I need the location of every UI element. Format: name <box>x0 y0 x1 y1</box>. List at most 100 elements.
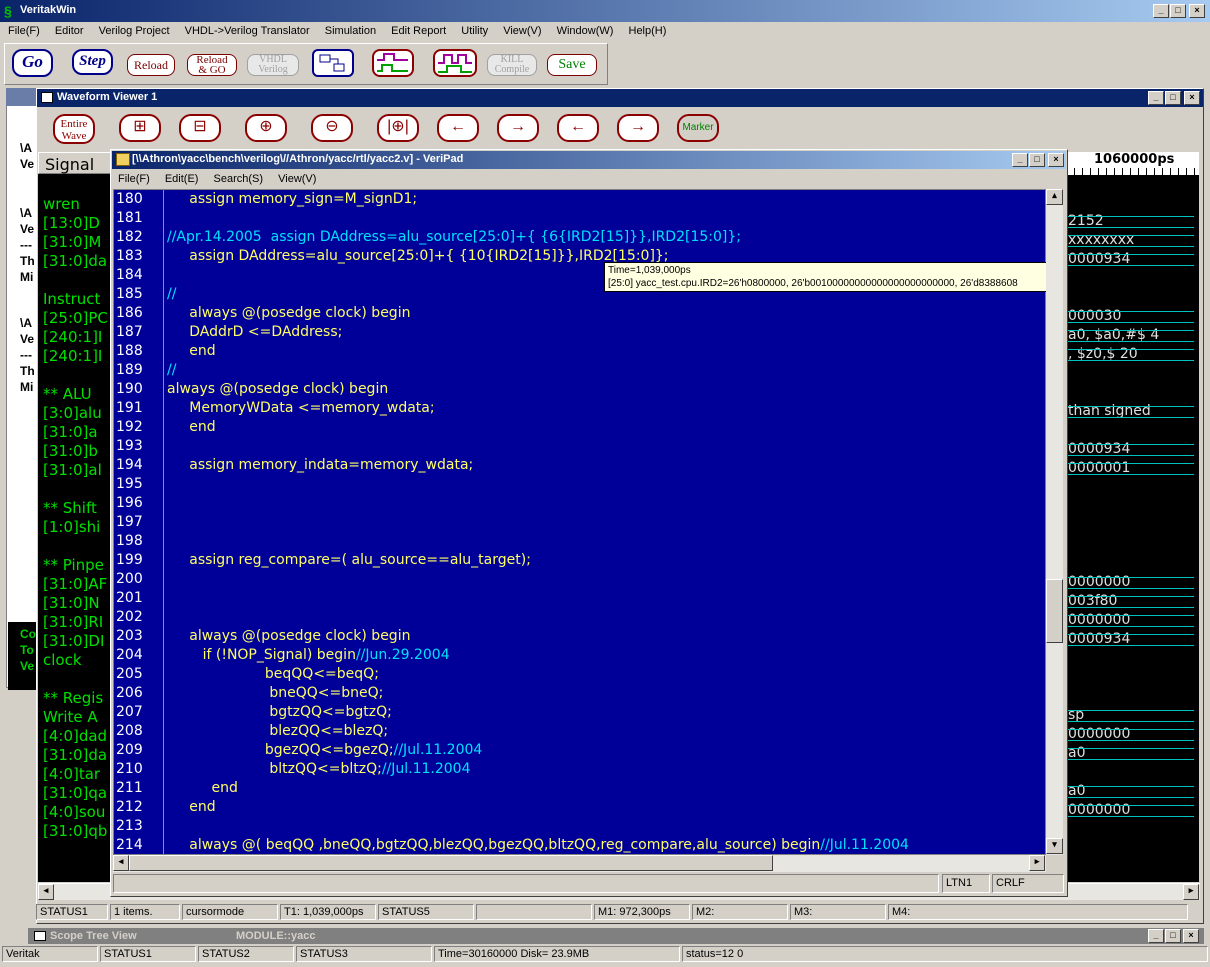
code-scroll-thumb[interactable] <box>1046 579 1063 643</box>
reload-go-button[interactable]: Reload & GO <box>187 54 237 76</box>
next-edge-button[interactable]: → <box>497 114 539 142</box>
veripad-max-button[interactable]: □ <box>1029 153 1045 167</box>
waveform-close-button[interactable]: × <box>1184 91 1200 105</box>
menu-edit-report[interactable]: Edit Report <box>391 25 446 37</box>
wave-magenta-button[interactable] <box>433 49 477 77</box>
code-line[interactable]: MemoryWData <=memory_wdata; <box>167 400 434 416</box>
signal-name[interactable]: [4:0]dad <box>43 727 107 745</box>
scroll-right-button[interactable]: ▸ <box>1183 884 1199 900</box>
code-line[interactable]: if (!NOP_Signal) begin//Jun.29.2004 <box>167 647 450 663</box>
signal-name[interactable]: [31:0]DI <box>43 632 104 650</box>
code-line[interactable]: always @(posedge clock) begin <box>167 381 388 397</box>
code-line[interactable]: end <box>167 780 238 796</box>
code-line[interactable]: // <box>167 286 176 302</box>
code-line[interactable]: end <box>167 799 215 815</box>
signal-name[interactable]: clock <box>43 651 82 669</box>
zoom-fit-button[interactable]: |⊕| <box>377 114 419 142</box>
scope-min-button[interactable]: _ <box>1148 929 1164 943</box>
signal-name[interactable]: [4:0]sou <box>43 803 105 821</box>
waveform-min-button[interactable]: _ <box>1148 91 1164 105</box>
code-line[interactable]: assign reg_compare=( alu_source==alu_tar… <box>167 552 531 568</box>
signal-name[interactable]: [31:0]M <box>43 233 101 251</box>
veripad-menu-edit[interactable]: Edit(E) <box>165 173 199 185</box>
code-h-scrollbar[interactable]: ◂ ▸ <box>113 855 1046 872</box>
signal-name[interactable]: [3:0]alu <box>43 404 102 422</box>
reload-button[interactable]: Reload <box>127 54 175 76</box>
zoom-in-button[interactable]: ⊞ <box>119 114 161 142</box>
code-line[interactable]: end <box>167 419 215 435</box>
signal-name[interactable]: [31:0]da <box>43 252 107 270</box>
code-line[interactable]: bgezQQ<=bgezQ;//Jul.11.2004 <box>167 742 482 758</box>
step-button[interactable]: Step <box>72 49 113 75</box>
signal-name[interactable]: [4:0]tar <box>43 765 100 783</box>
minimize-button[interactable]: _ <box>1153 4 1169 18</box>
scope-close-button[interactable]: × <box>1183 929 1199 943</box>
code-line[interactable]: always @(posedge clock) begin <box>167 628 410 644</box>
code-line[interactable]: assign memory_indata=memory_wdata; <box>167 457 473 473</box>
menu-editor[interactable]: Editor <box>55 25 84 37</box>
signal-name[interactable]: ** ALU <box>43 385 92 403</box>
veripad-menu-view[interactable]: View(V) <box>278 173 316 185</box>
scroll-left-button[interactable]: ◂ <box>38 884 54 900</box>
menu-utility[interactable]: Utility <box>461 25 488 37</box>
signal-name[interactable]: [31:0]N <box>43 594 100 612</box>
zoom-out-button[interactable]: ⊟ <box>179 114 221 142</box>
scope-max-button[interactable]: □ <box>1165 929 1181 943</box>
close-button[interactable]: × <box>1189 4 1205 18</box>
signal-name[interactable]: [240:1]I <box>43 347 102 365</box>
code-line[interactable]: DAddrD <=DAddress; <box>167 324 342 340</box>
wave-v-scrollbar[interactable] <box>1199 152 1203 882</box>
menu-view[interactable]: View(V) <box>503 25 541 37</box>
code-line[interactable]: assign DAddress=alu_source[25:0]+{ {10{I… <box>167 248 668 264</box>
code-scroll-left[interactable]: ◂ <box>113 855 129 871</box>
hierarchy-button[interactable] <box>312 49 354 77</box>
code-line[interactable]: bgtzQQ<=bgtzQ; <box>167 704 391 720</box>
menu-help[interactable]: Help(H) <box>629 25 667 37</box>
signal-name[interactable]: [13:0]D <box>43 214 100 232</box>
save-button[interactable]: Save <box>547 54 597 76</box>
next-marker-button[interactable]: → <box>617 114 659 142</box>
code-v-scrollbar[interactable]: ▴ ▾ <box>1046 189 1063 855</box>
code-line[interactable]: assign memory_sign=M_signD1; <box>167 191 417 207</box>
signal-name[interactable]: [31:0]qb <box>43 822 107 840</box>
code-scroll-up[interactable]: ▴ <box>1046 189 1063 205</box>
signal-name[interactable]: [31:0]qa <box>43 784 107 802</box>
veripad-menu-search[interactable]: Search(S) <box>214 173 264 185</box>
waveform-max-button[interactable]: □ <box>1165 91 1181 105</box>
signal-name[interactable]: [31:0]da <box>43 746 107 764</box>
signal-name[interactable]: Write A <box>43 708 98 726</box>
menu-simulation[interactable]: Simulation <box>325 25 376 37</box>
prev-marker-button[interactable]: ← <box>557 114 599 142</box>
code-line[interactable]: //Apr.14.2005 assign DAddress=alu_source… <box>167 229 741 245</box>
zoom-in-cursor-button[interactable]: ⊕ <box>245 114 287 142</box>
code-line[interactable]: bltzQQ<=bltzQ;//Jul.11.2004 <box>167 761 470 777</box>
maximize-button[interactable]: □ <box>1170 4 1186 18</box>
code-line[interactable]: blezQQ<=blezQ; <box>167 723 388 739</box>
signal-name[interactable]: [31:0]RI <box>43 613 103 631</box>
go-button[interactable]: Go <box>12 49 53 77</box>
code-scroll-right[interactable]: ▸ <box>1029 855 1045 871</box>
marker-button[interactable]: Marker <box>677 114 719 142</box>
zoom-out-cursor-button[interactable]: ⊖ <box>311 114 353 142</box>
entire-wave-button[interactable]: Entire Wave <box>53 114 95 144</box>
signal-name[interactable]: [31:0]AF <box>43 575 107 593</box>
code-line[interactable]: end <box>167 343 215 359</box>
menu-window[interactable]: Window(W) <box>557 25 614 37</box>
menu-file[interactable]: File(F) <box>8 25 40 37</box>
signal-name[interactable]: ** Pinpe <box>43 556 104 574</box>
signal-name[interactable]: [25:0]PC <box>43 309 108 327</box>
menu-verilog-project[interactable]: Verilog Project <box>99 25 170 37</box>
signal-name[interactable]: ** Regis <box>43 689 103 707</box>
menu-vhdl-translator[interactable]: VHDL->Verilog Translator <box>185 25 310 37</box>
prev-edge-button[interactable]: ← <box>437 114 479 142</box>
code-line[interactable]: beqQQ<=beqQ; <box>167 666 379 682</box>
code-scroll-down[interactable]: ▾ <box>1046 838 1063 854</box>
signal-name[interactable]: [240:1]I <box>43 328 102 346</box>
signal-name[interactable]: [31:0]a <box>43 423 98 441</box>
code-line[interactable]: // <box>167 362 176 378</box>
signal-name[interactable]: ** Shift <box>43 499 97 517</box>
signal-name[interactable]: [1:0]shi <box>43 518 100 536</box>
code-line[interactable]: always @( beqQQ ,bneQQ,bgtzQQ,blezQQ,bge… <box>167 837 909 853</box>
signal-name[interactable]: [31:0]b <box>43 442 98 460</box>
veripad-min-button[interactable]: _ <box>1012 153 1028 167</box>
